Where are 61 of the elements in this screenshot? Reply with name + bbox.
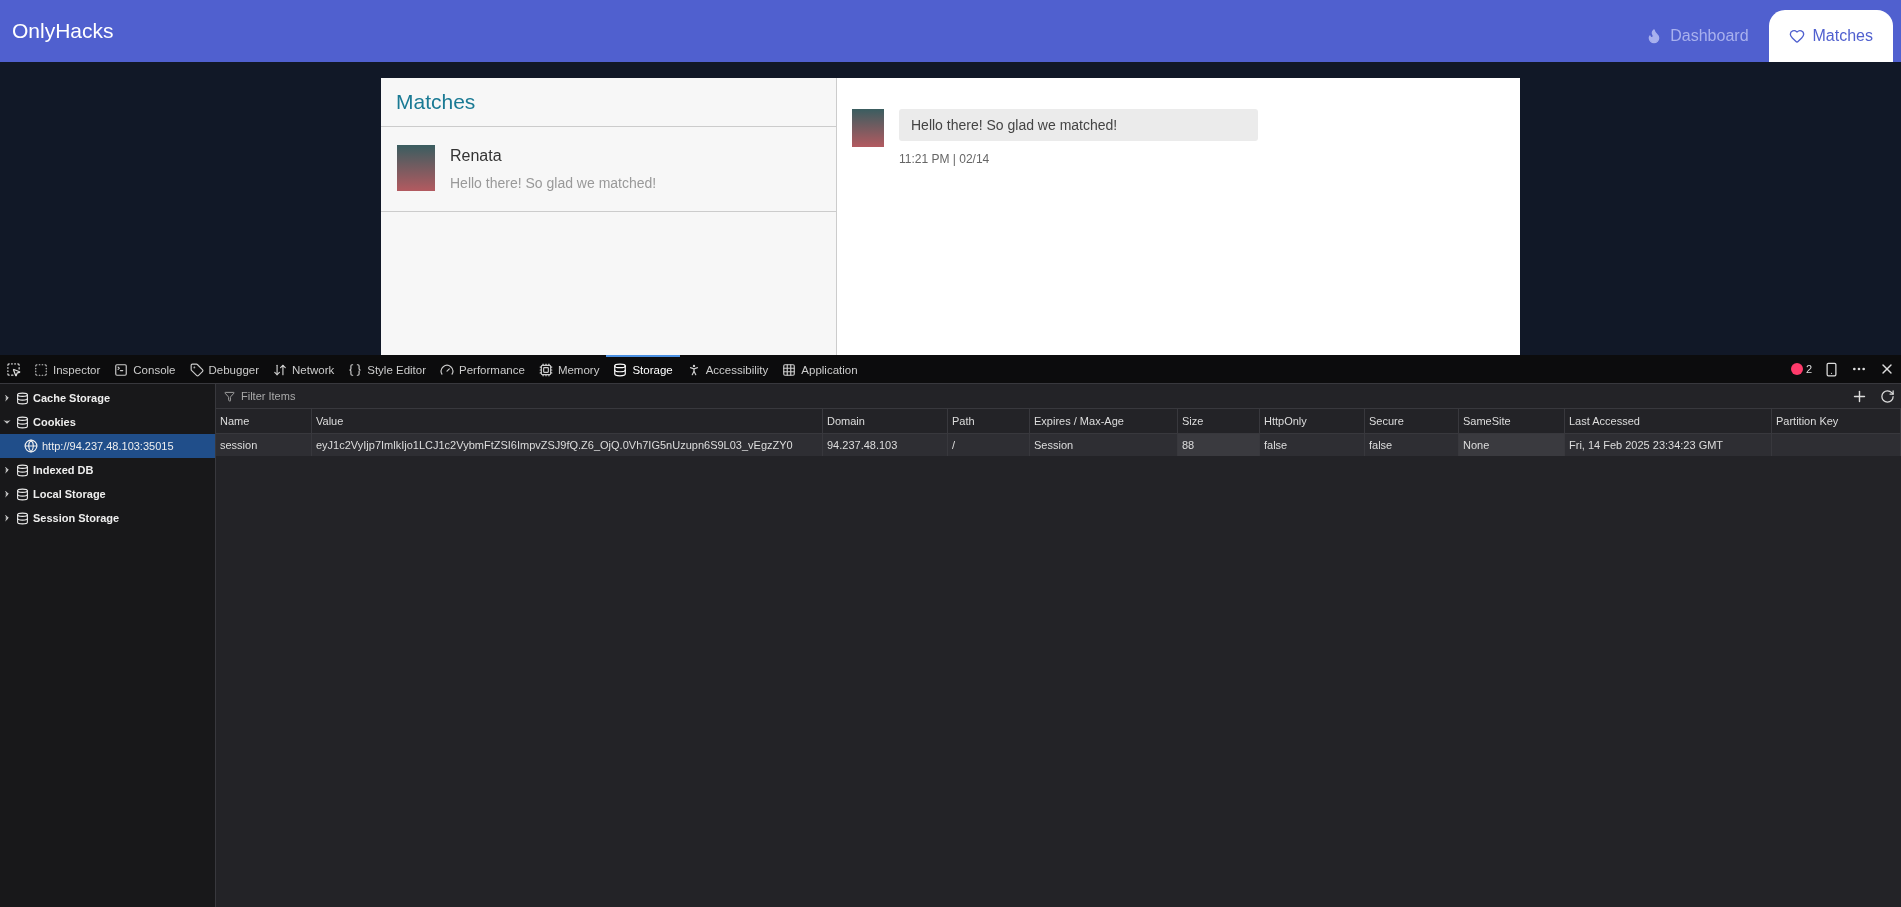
caret-icon <box>2 417 12 427</box>
storage-icon <box>16 463 29 477</box>
frame-icon <box>34 363 48 377</box>
table-cell: 94.237.48.103 <box>823 434 948 456</box>
storage-icon <box>613 363 628 377</box>
filter-icon <box>224 390 235 402</box>
chip-icon <box>538 363 553 377</box>
tree-item[interactable]: Local Storage <box>0 482 215 506</box>
devtools-tab[interactable]: Console <box>107 355 183 383</box>
caret-icon <box>2 465 12 475</box>
heart-icon <box>1788 28 1805 44</box>
message-time: 11:21 PM | 02/14 <box>899 152 991 166</box>
error-count: 2 <box>1805 363 1812 375</box>
photo-placeholder <box>852 109 884 148</box>
tree-item[interactable]: Indexed DB <box>0 458 215 482</box>
devtools-tab[interactable]: Debugger <box>182 355 267 383</box>
devtools-tab[interactable]: Network <box>266 355 342 383</box>
table-cell: 88 <box>1178 434 1260 456</box>
braces-icon <box>348 363 363 377</box>
devtools-tab[interactable]: Application <box>775 355 865 383</box>
panel-title: Matches <box>381 78 836 127</box>
devtools-tab[interactable]: Storage <box>606 355 680 383</box>
message-bubble: Hello there! So glad we matched! <box>899 109 1258 141</box>
error-icon <box>1790 363 1803 375</box>
tree-item[interactable]: http://94.237.48.103:35015 <box>0 434 215 458</box>
filter-field[interactable]: Filter Items <box>239 389 1845 403</box>
caret-icon <box>2 513 12 523</box>
table-cell: None <box>1459 434 1565 456</box>
brand-name: OnlyHacks <box>11 19 114 43</box>
caret-icon <box>2 393 12 403</box>
storage-icon <box>16 511 29 525</box>
devtools-tab[interactable]: Style Editor <box>341 355 434 383</box>
devtools-tab[interactable]: Memory <box>531 355 607 383</box>
match-item[interactable]: Renata Hello there! So glad we matched! <box>381 127 836 212</box>
globe-icon <box>24 439 38 453</box>
table-cell: Fri, 14 Feb 2025 23:34:23 GMT <box>1565 434 1772 456</box>
storage-icon <box>16 487 29 501</box>
devtools-tab[interactable]: Inspector <box>27 355 108 383</box>
message-preview: Hello there! So glad we matched! <box>450 175 657 191</box>
tree-item[interactable]: Cookies <box>0 410 215 434</box>
match-name: Renata <box>450 147 503 165</box>
storage-icon <box>16 391 29 405</box>
terminal-icon <box>114 363 129 377</box>
table-cell: session <box>216 434 312 456</box>
devtools-tab[interactable]: Accessibility <box>679 355 776 383</box>
table-cell: Session <box>1030 434 1178 456</box>
table-cell: false <box>1260 434 1365 456</box>
caret-icon <box>2 489 12 499</box>
tag-icon <box>189 363 204 377</box>
photo-placeholder <box>397 145 435 191</box>
tree-item[interactable]: Session Storage <box>0 506 215 530</box>
devtools-tab[interactable]: Performance <box>433 355 532 383</box>
arrows-icon <box>273 363 288 377</box>
storage-icon <box>16 415 29 429</box>
table-cell: / <box>948 434 1030 456</box>
tree-item[interactable]: Cache Storage <box>0 386 215 410</box>
gauge-icon <box>440 363 455 377</box>
nav-link[interactable]: Matches <box>1768 10 1893 62</box>
grid-icon <box>782 363 797 377</box>
table-cell: false <box>1365 434 1459 456</box>
table-cell: eyJ1c2VyIjp7ImlkIjo1LCJ1c2VybmFtZSI6ImpvZSJ9fQ.Z6_OjQ.0Vh7IG5nUzupn6S9L03_vEgzZY0 <box>312 434 823 456</box>
